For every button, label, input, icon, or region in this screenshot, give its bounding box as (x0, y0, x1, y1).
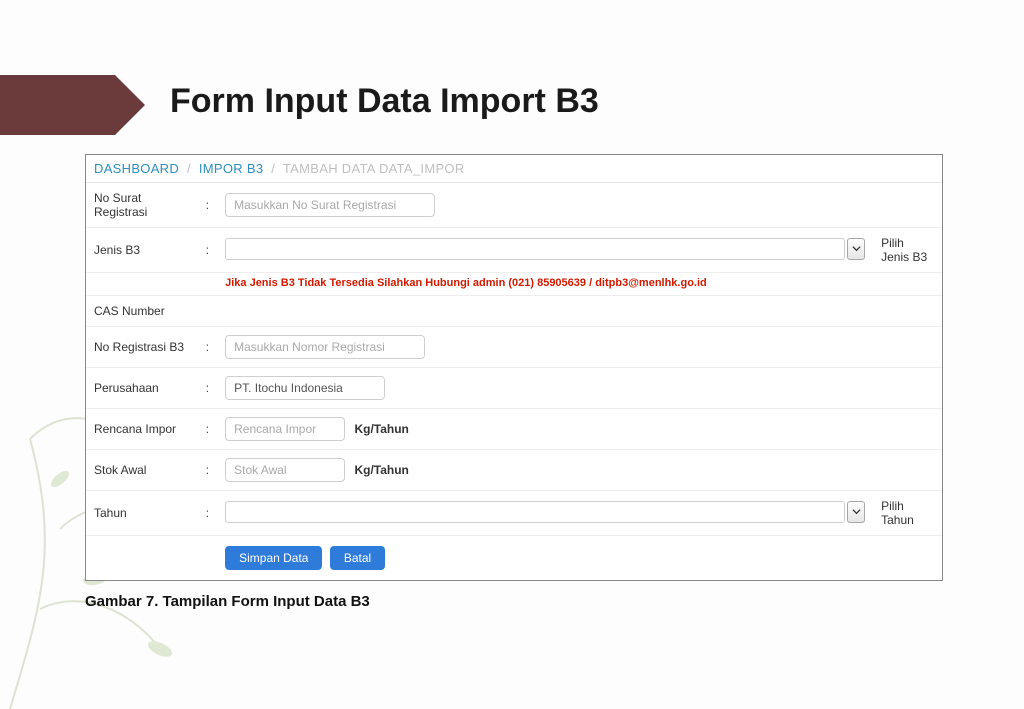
input-no-registrasi-b3[interactable] (225, 335, 425, 359)
save-button[interactable]: Simpan Data (225, 546, 322, 570)
figure-caption: Gambar 7. Tampilan Form Input Data B3 (85, 593, 370, 610)
label-no-surat-registrasi: No Surat Registrasi (86, 183, 198, 228)
breadcrumb: DASHBOARD / IMPOR B3 / TAMBAH DATA DATA_… (86, 155, 942, 183)
select-tahun[interactable] (225, 501, 845, 523)
slide-title: Form Input Data Import B3 (170, 82, 599, 121)
value-cas-number (217, 296, 942, 327)
hint-jenis-b3: Pilih Jenis B3 (873, 228, 942, 273)
label-no-registrasi-b3: No Registrasi B3 (86, 327, 198, 368)
colon: : (198, 327, 217, 368)
colon: : (198, 228, 217, 273)
label-jenis-b3: Jenis B3 (86, 228, 198, 273)
unit-stok-awal: Kg/Tahun (354, 463, 408, 477)
slide-accent-ribbon (0, 75, 115, 135)
cancel-button[interactable]: Batal (330, 546, 385, 570)
chevron-down-icon[interactable] (847, 501, 865, 523)
colon: : (198, 368, 217, 409)
label-perusahaan: Perusahaan (86, 368, 198, 409)
breadcrumb-separator: / (183, 161, 195, 176)
label-cas-number: CAS Number (86, 296, 198, 327)
label-rencana-impor: Rencana Impor (86, 409, 198, 450)
label-tahun: Tahun (86, 491, 198, 536)
label-stok-awal: Stok Awal (86, 450, 198, 491)
input-no-surat-registrasi[interactable] (225, 193, 435, 217)
input-stok-awal[interactable] (225, 458, 345, 482)
colon: : (198, 450, 217, 491)
hint-tahun: Pilih Tahun (873, 491, 942, 536)
breadcrumb-separator: / (267, 161, 279, 176)
input-perusahaan[interactable] (225, 376, 385, 400)
form-table: No Surat Registrasi : Jenis B3 : Pilih J… (86, 183, 942, 580)
input-rencana-impor[interactable] (225, 417, 345, 441)
colon: : (198, 491, 217, 536)
select-jenis-b3[interactable] (225, 238, 845, 260)
warning-jenis-b3: Jika Jenis B3 Tidak Tersedia Silahkan Hu… (217, 273, 942, 296)
unit-rencana-impor: Kg/Tahun (354, 422, 408, 436)
colon: : (198, 409, 217, 450)
breadcrumb-dashboard[interactable]: DASHBOARD (94, 161, 179, 176)
chevron-down-icon[interactable] (847, 238, 865, 260)
form-panel: DASHBOARD / IMPOR B3 / TAMBAH DATA DATA_… (85, 154, 943, 581)
breadcrumb-impor-b3[interactable]: IMPOR B3 (199, 161, 264, 176)
colon: : (198, 183, 217, 228)
breadcrumb-current: TAMBAH DATA DATA_IMPOR (283, 161, 465, 176)
